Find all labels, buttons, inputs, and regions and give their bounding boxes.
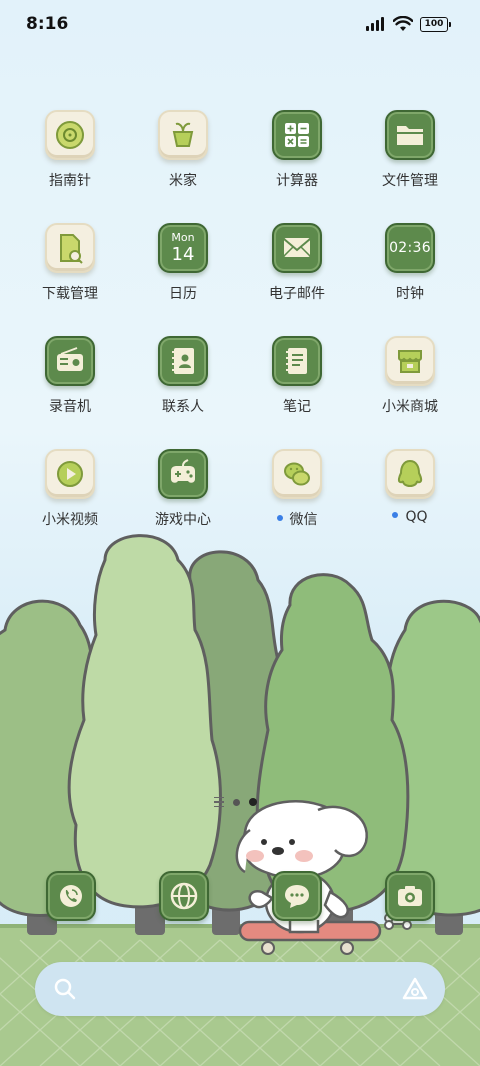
app-calendar[interactable]: Mon 14 日历 [133,223,233,303]
compass-icon [45,110,95,160]
page-indicator[interactable] [214,797,257,807]
recorder-icon [45,336,95,386]
app-label: 录音机 [49,399,91,415]
app-label: 小米视频 [42,512,98,528]
app-label: 微信 [247,509,347,529]
app-contacts[interactable]: 联系人 [133,336,233,416]
app-calculator[interactable]: 计算器 [247,110,347,190]
app-label-text: 微信 [289,512,318,528]
signal-icon [366,17,384,31]
clock-icon: 02:36 [385,223,435,273]
calculator-icon [272,110,322,160]
assistant-icon[interactable] [401,976,429,1002]
search-icon [54,978,76,1000]
page-dot [233,798,240,806]
app-label: 时钟 [396,286,424,302]
dock-camera[interactable] [385,871,435,921]
page-dot-active [249,798,257,806]
app-notes[interactable]: 笔记 [247,336,347,416]
qq-icon [385,449,435,499]
phone-icon [60,885,82,907]
app-qq[interactable]: QQ [360,449,460,525]
browser-icon [170,882,198,910]
app-label: 日历 [169,286,197,302]
calendar-day: 14 [171,244,195,265]
messages-icon [285,885,309,908]
app-mijia[interactable]: 米家 [133,110,233,190]
app-recorder[interactable]: 录音机 [20,336,120,416]
download-icon [45,223,95,273]
contacts-icon [158,336,208,386]
camera-icon [398,886,422,906]
app-label: 笔记 [283,399,311,415]
wifi-icon [393,16,413,31]
app-label: 指南针 [49,173,91,189]
search-bar[interactable] [35,962,445,1016]
app-label: 联系人 [162,399,204,415]
app-label: QQ [360,509,460,525]
app-label: 游戏中心 [155,512,211,528]
status-time: 8:16 [26,14,69,34]
calendar-month: Mon [171,231,195,244]
new-notification-dot [276,515,283,521]
page-indicator-menu [214,797,224,807]
store-icon [385,336,435,386]
app-mi-store[interactable]: 小米商城 [360,336,460,416]
clock-time: 02:36 [389,240,431,256]
notes-icon [272,336,322,386]
app-mi-video[interactable]: 小米视频 [20,449,120,529]
dock-phone[interactable] [46,871,96,921]
app-label: 下载管理 [42,286,98,302]
app-download-manager[interactable]: 下载管理 [20,223,120,303]
app-game-center[interactable]: 游戏中心 [133,449,233,529]
dock-browser[interactable] [159,871,209,921]
gamepad-icon [158,449,208,499]
wechat-icon [272,449,322,499]
app-label-text: QQ [405,509,428,525]
dock-messages[interactable] [272,871,322,921]
calendar-icon: Mon 14 [158,223,208,273]
app-label: 文件管理 [382,173,438,189]
app-wechat[interactable]: 微信 [247,449,347,529]
video-icon [45,449,95,499]
app-email[interactable]: 电子邮件 [247,223,347,303]
new-notification-dot [392,512,399,518]
app-label: 小米商城 [382,399,438,415]
status-bar: 8:16 100 [0,0,480,50]
mijia-icon [158,110,208,160]
app-compass[interactable]: 指南针 [20,110,120,190]
battery-icon: 100 [420,17,451,32]
app-file-manager[interactable]: 文件管理 [360,110,460,190]
mail-icon [272,223,322,273]
folder-icon [385,110,435,160]
app-label: 米家 [169,173,197,189]
app-label: 计算器 [276,173,318,189]
app-label: 电子邮件 [269,286,325,302]
app-clock[interactable]: 02:36 时钟 [360,223,460,303]
